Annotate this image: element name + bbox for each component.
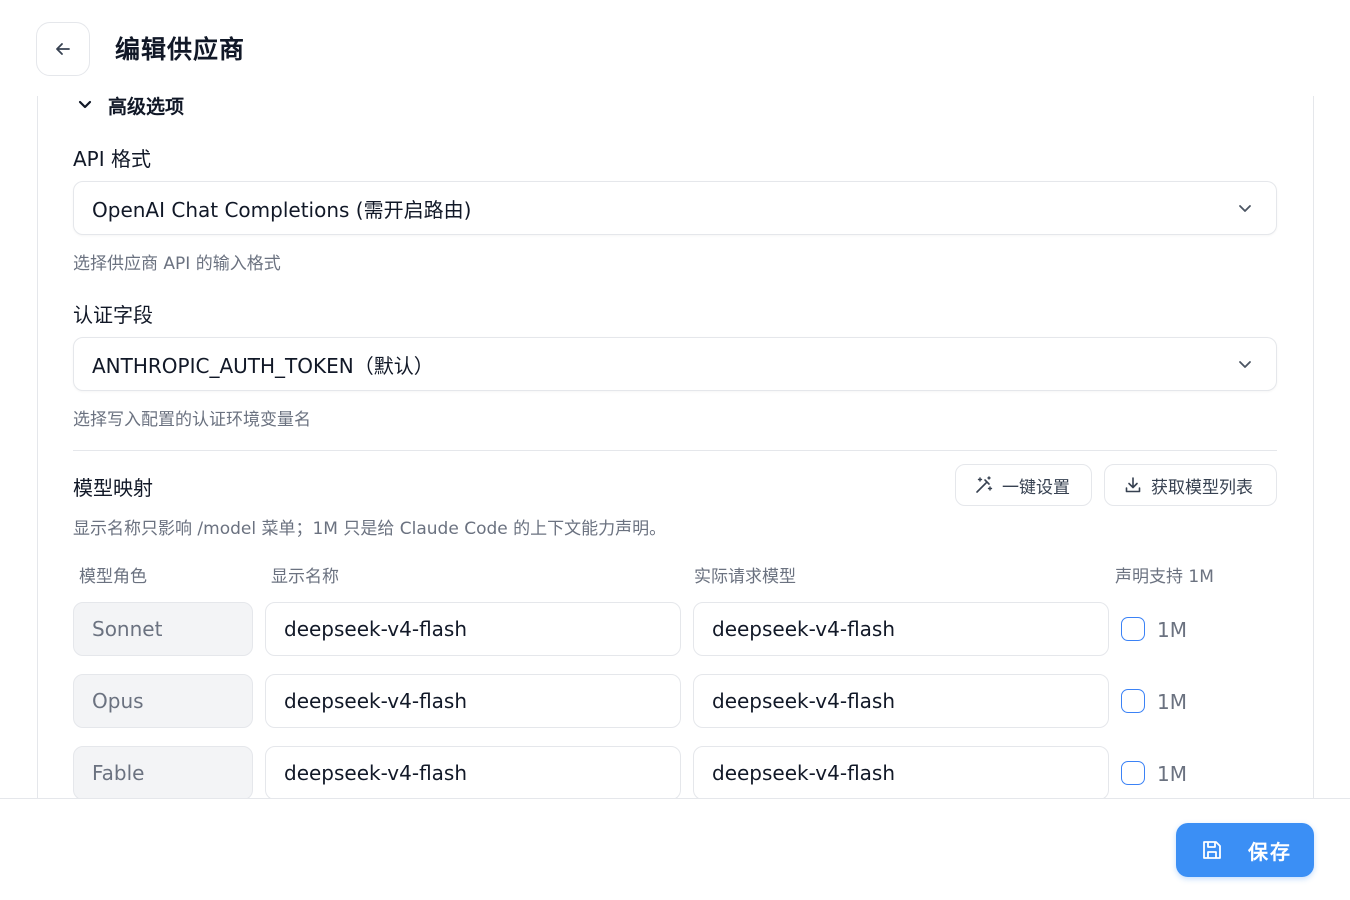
fetch-models-button[interactable]: 获取模型列表: [1104, 464, 1277, 506]
model-role-opus: Opus: [73, 674, 253, 728]
quick-setup-button[interactable]: 一键设置: [955, 464, 1092, 506]
display-name-input[interactable]: deepseek-v4-flash: [265, 602, 681, 656]
model-mapping-title: 模型映射: [73, 476, 153, 500]
section-divider: [73, 450, 1277, 451]
request-model-input[interactable]: deepseek-v4-flash: [693, 674, 1109, 728]
page-header: 编辑供应商: [0, 0, 1350, 96]
supports-1m-label: 1M: [1157, 690, 1187, 714]
auth-field-value: ANTHROPIC_AUTH_TOKEN（默认）: [92, 353, 434, 378]
api-format-value: OpenAI Chat Completions (需开启路由): [92, 197, 472, 222]
supports-1m-label: 1M: [1157, 618, 1187, 642]
quick-setup-label: 一键设置: [1002, 477, 1070, 498]
download-icon: [1125, 477, 1141, 493]
advanced-options-label: 高级选项: [108, 96, 185, 118]
api-format-label: API 格式: [73, 147, 151, 171]
model-role-sonnet: Sonnet: [73, 602, 253, 656]
form-scroll-area[interactable]: 高级选项 API 格式 OpenAI Chat Completions (需开启…: [0, 96, 1350, 798]
request-model-input[interactable]: deepseek-v4-flash: [693, 602, 1109, 656]
column-header-role: 模型角色: [79, 567, 147, 587]
chevron-down-icon: [78, 100, 92, 109]
chevron-down-icon: [1239, 361, 1251, 368]
column-header-supports-1m: 声明支持 1M: [1115, 567, 1214, 587]
supports-1m-checkbox[interactable]: [1121, 617, 1145, 641]
advanced-options-toggle[interactable]: 高级选项: [76, 96, 184, 118]
back-button[interactable]: [36, 22, 90, 76]
magic-wand-icon: [976, 476, 993, 493]
column-header-display-name: 显示名称: [271, 567, 339, 587]
display-name-input[interactable]: deepseek-v4-flash: [265, 674, 681, 728]
model-mapping-description: 显示名称只影响 /model 菜单；1M 只是给 Claude Code 的上下…: [73, 519, 667, 539]
page-footer: 保存: [0, 798, 1350, 900]
supports-1m-checkbox[interactable]: [1121, 761, 1145, 785]
page-title: 编辑供应商: [115, 35, 246, 64]
save-button[interactable]: 保存: [1176, 823, 1314, 877]
api-format-select[interactable]: OpenAI Chat Completions (需开启路由): [73, 181, 1277, 235]
auth-field-help: 选择写入配置的认证环境变量名: [73, 410, 311, 430]
save-label: 保存: [1248, 839, 1292, 864]
fetch-models-label: 获取模型列表: [1151, 477, 1253, 498]
auth-field-label: 认证字段: [73, 303, 153, 327]
supports-1m-label: 1M: [1157, 762, 1187, 786]
floppy-disk-icon: [1203, 841, 1221, 859]
column-header-request-model: 实际请求模型: [694, 567, 796, 587]
supports-1m-checkbox[interactable]: [1121, 689, 1145, 713]
api-format-help: 选择供应商 API 的输入格式: [73, 254, 281, 274]
display-name-input[interactable]: deepseek-v4-flash: [265, 746, 681, 798]
arrow-left-icon: [56, 43, 70, 55]
model-role-fable: Fable: [73, 746, 253, 798]
request-model-input[interactable]: deepseek-v4-flash: [693, 746, 1109, 798]
auth-field-select[interactable]: ANTHROPIC_AUTH_TOKEN（默认）: [73, 337, 1277, 391]
chevron-down-icon: [1239, 205, 1251, 212]
